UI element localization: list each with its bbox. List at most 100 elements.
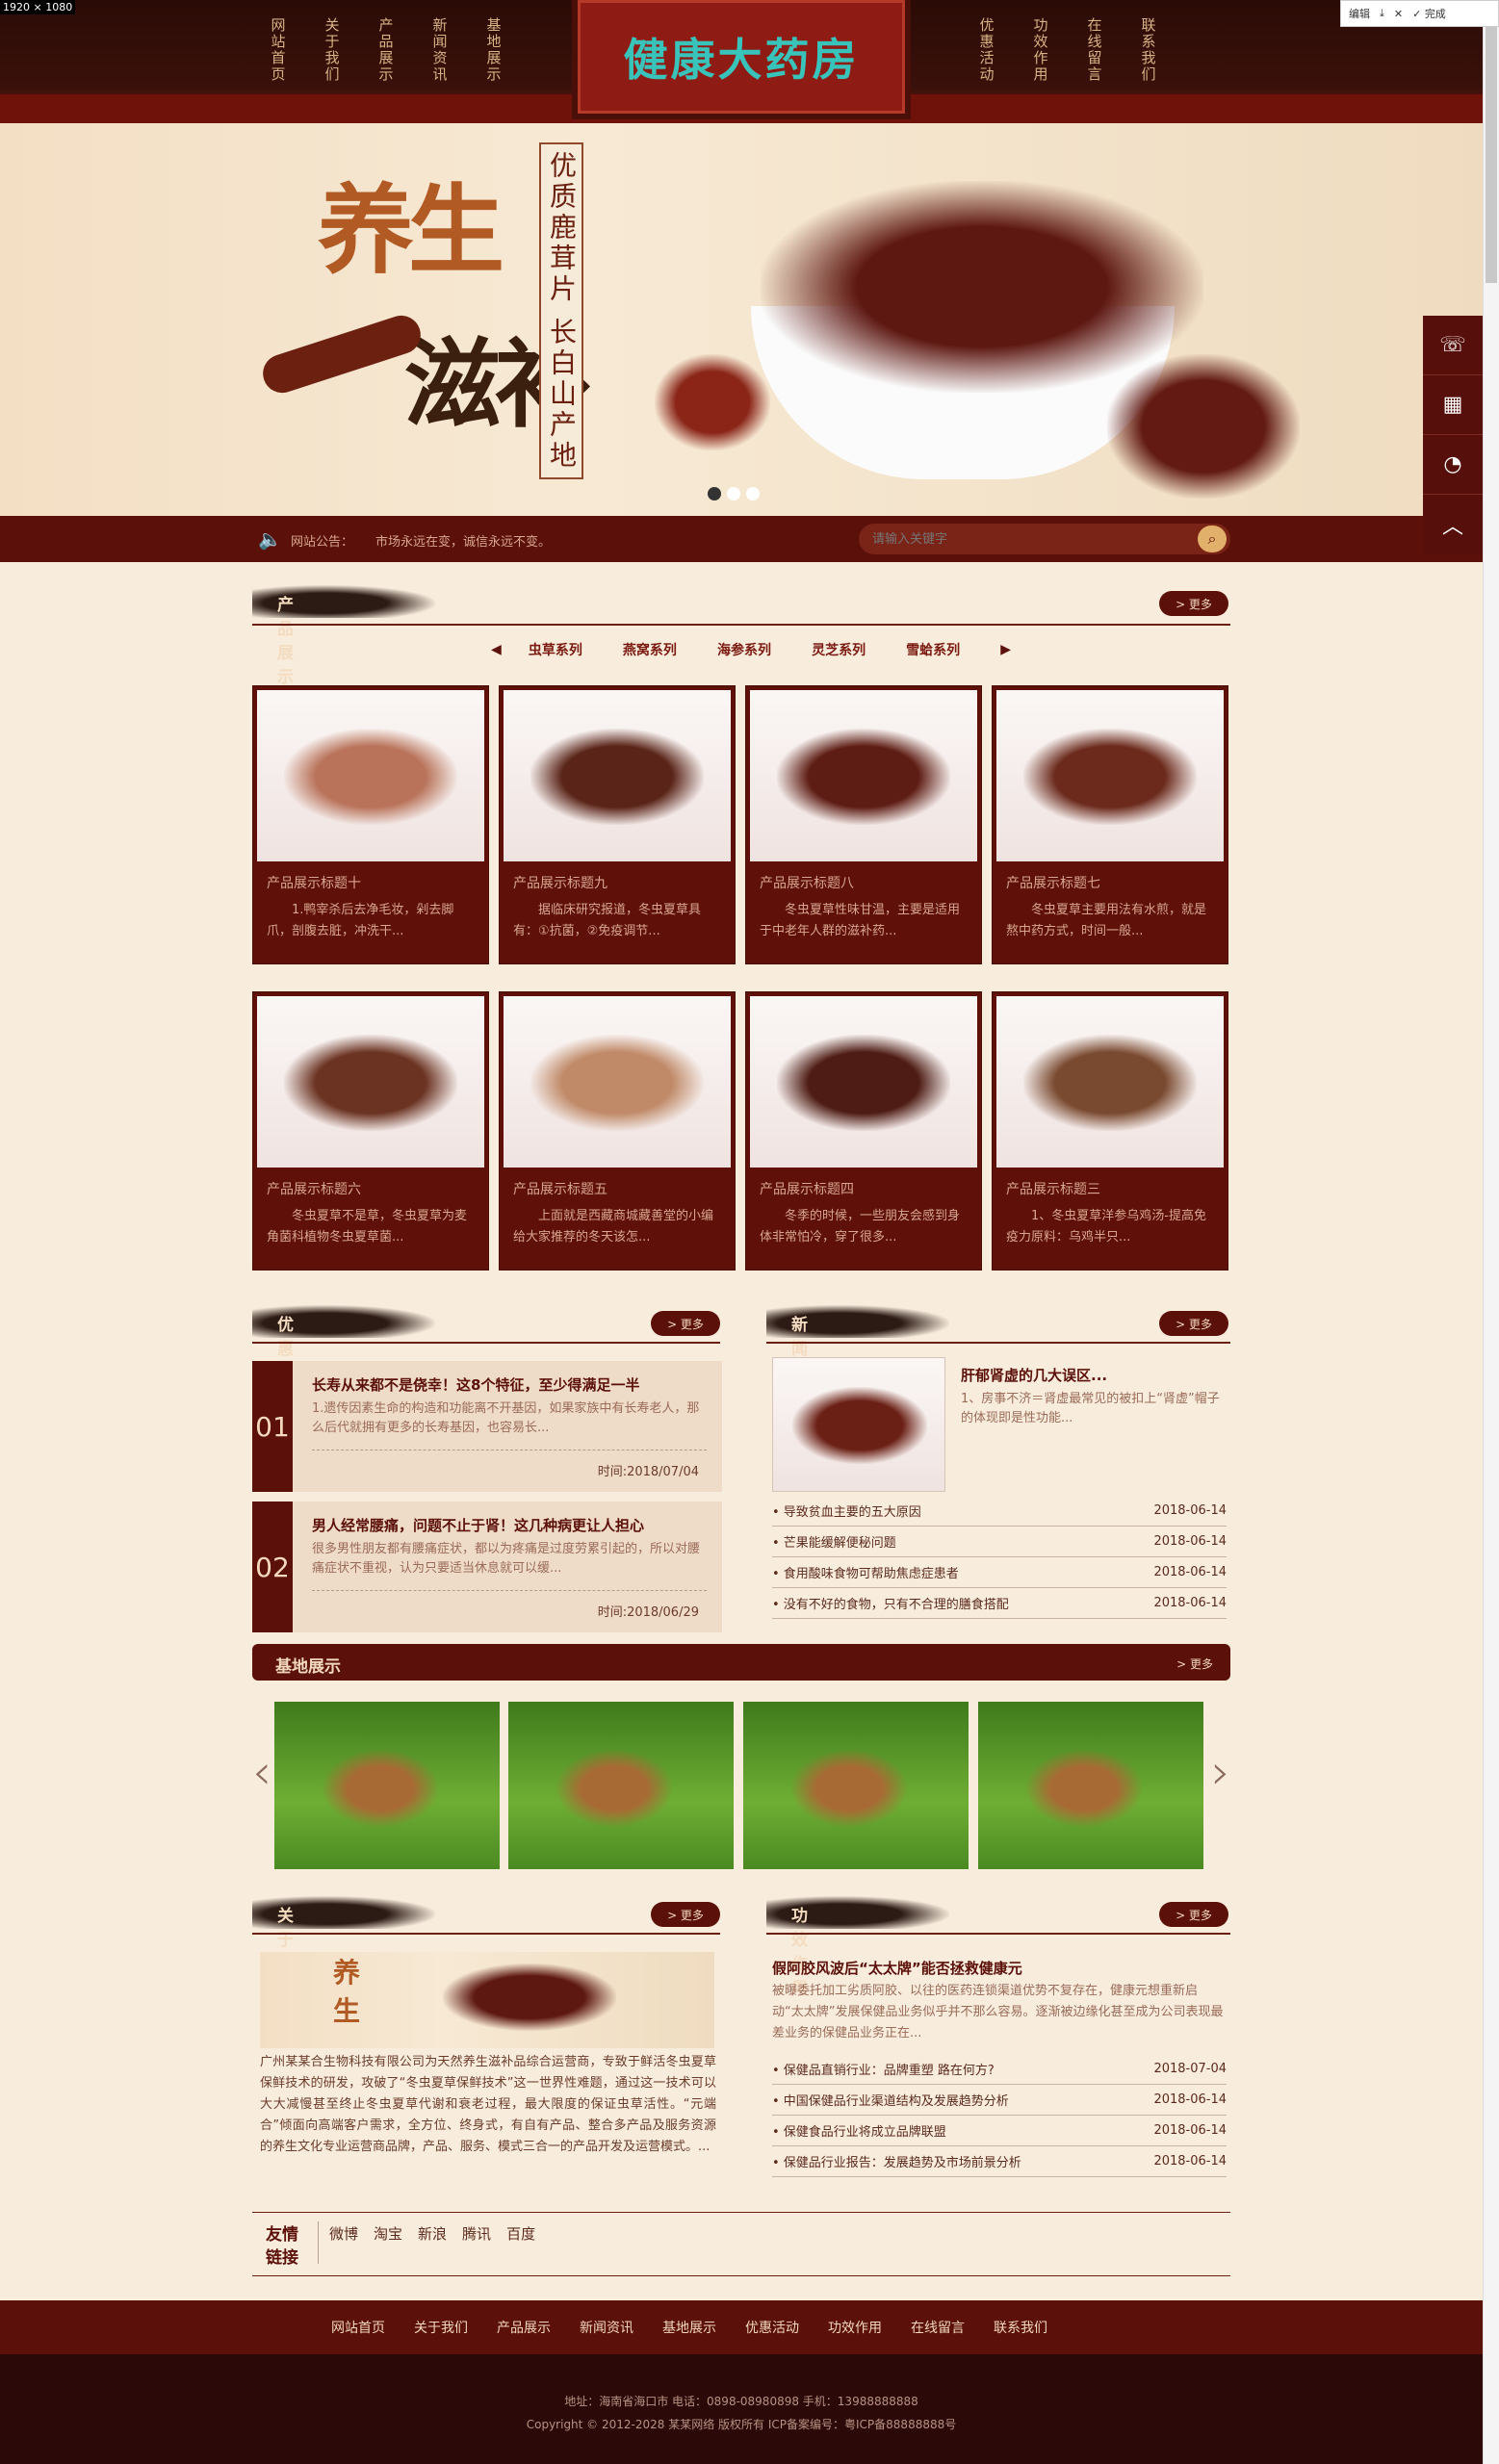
list-item[interactable]: • 保健食品行业将成立品牌联盟 2018-06-14 <box>772 2116 1227 2146</box>
list-item[interactable]: • 中国保健品行业渠道结构及发展趋势分析 2018-06-14 <box>772 2085 1227 2116</box>
nav-item[interactable]: 优惠活动 <box>978 17 995 83</box>
products-more-link[interactable]: > 更多 <box>1159 591 1228 616</box>
logo[interactable]: 健康大药房 <box>578 0 905 114</box>
carousel-prev-icon[interactable]: ‹ <box>252 1744 271 1800</box>
footer-nav-item[interactable]: 关于我们 <box>414 2318 468 2337</box>
list-item[interactable]: • 导致贫血主要的五大原因 2018-06-14 <box>772 1496 1227 1527</box>
news-top-title[interactable]: 肝郁肾虚的几大误区... <box>961 1365 1107 1385</box>
back-to-top-icon[interactable]: ︿ <box>1423 495 1483 554</box>
product-card[interactable]: 产品展示标题六 冬虫夏草不是草，冬虫夏草为麦角菌科植物冬虫夏草菌... <box>252 991 489 1270</box>
product-card[interactable]: 产品展示标题七 冬虫夏草主要用法有水煎，就是熬中药方式，时间一般... <box>992 685 1228 964</box>
base-more-link[interactable]: > 更多 <box>1176 1656 1213 1672</box>
banner-dot[interactable] <box>727 487 740 500</box>
product-image[interactable] <box>750 690 977 861</box>
tabs-next-icon[interactable]: ▶ <box>1000 642 1011 657</box>
list-item-title[interactable]: • 保健食品行业将成立品牌联盟 <box>772 2121 946 2140</box>
effect-more-link[interactable]: > 更多 <box>1159 1902 1228 1927</box>
product-tab[interactable]: 灵芝系列 <box>812 640 906 659</box>
promo-item[interactable]: 01 长寿从来都不是侥幸！这8个特征，至少得满足一半 1.遗传因素生命的构造和功能离… <box>252 1361 722 1492</box>
list-item[interactable]: • 没有不好的食物，只有不合理的膳食搭配 2018-06-14 <box>772 1588 1227 1619</box>
product-image[interactable] <box>504 690 731 861</box>
nav-item[interactable]: 关于我们 <box>323 17 341 83</box>
news-more-link[interactable]: > 更多 <box>1159 1311 1228 1336</box>
done-button[interactable]: ✓ 完成 <box>1412 6 1446 21</box>
nav-item[interactable]: 新闻资讯 <box>431 17 449 83</box>
product-card[interactable]: 产品展示标题十 1.鸭宰杀后去净毛妆，剁去脚爪，剖腹去脏，冲洗干... <box>252 685 489 964</box>
effect-top-title[interactable]: 假阿胶风波后“太太牌”能否拯救健康元 <box>772 1958 1022 1978</box>
base-photo[interactable] <box>743 1702 969 1869</box>
list-item-title[interactable]: • 没有不好的食物，只有不合理的膳食搭配 <box>772 1594 1009 1612</box>
close-icon[interactable]: ✕ <box>1394 8 1403 20</box>
product-image[interactable] <box>257 996 484 1168</box>
list-item[interactable]: • 芒果能缓解便秘问题 2018-06-14 <box>772 1527 1227 1557</box>
product-tab[interactable]: 燕窝系列 <box>623 640 717 659</box>
product-title[interactable]: 产品展示标题九 <box>513 873 607 892</box>
product-card[interactable]: 产品展示标题九 据临床研究报道，冬虫夏草具有：①抗菌，②免疫调节... <box>499 685 736 964</box>
scrollbar[interactable] <box>1483 0 1499 2464</box>
product-card[interactable]: 产品展示标题八 冬虫夏草性味甘温，主要是适用于中老年人群的滋补药... <box>745 685 982 964</box>
list-item-title[interactable]: • 保健品行业报告：发展趋势及市场前景分析 <box>772 2152 1021 2170</box>
footer-nav-item[interactable]: 网站首页 <box>331 2318 385 2337</box>
qrcode-icon[interactable]: ▦ <box>1423 375 1483 435</box>
nav-item[interactable]: 网站首页 <box>270 17 287 83</box>
list-item[interactable]: • 保健品行业报告：发展趋势及市场前景分析 2018-06-14 <box>772 2146 1227 2177</box>
footer-nav-item[interactable]: 优惠活动 <box>745 2318 799 2337</box>
promo-more-link[interactable]: > 更多 <box>651 1311 720 1336</box>
product-title[interactable]: 产品展示标题五 <box>513 1179 607 1198</box>
scrollbar-thumb[interactable] <box>1486 13 1497 283</box>
footer-nav-item[interactable]: 联系我们 <box>994 2318 1047 2337</box>
product-tab[interactable]: 雪蛤系列 <box>906 640 1000 659</box>
list-item-title[interactable]: • 导致贫血主要的五大原因 <box>772 1502 921 1520</box>
product-card[interactable]: 产品展示标题四 冬季的时候，一些朋友会感到身体非常怕冷，穿了很多... <box>745 991 982 1270</box>
list-item[interactable]: • 保健品直销行业：品牌重塑 路在何方? 2018-07-04 <box>772 2054 1227 2085</box>
product-title[interactable]: 产品展示标题六 <box>267 1179 361 1198</box>
product-card[interactable]: 产品展示标题三 1、冬虫夏草洋参乌鸡汤-提高免疫力原料：乌鸡半只... <box>992 991 1228 1270</box>
qq-icon[interactable]: ◔ <box>1423 435 1483 495</box>
friend-link[interactable]: 百度 <box>506 2223 535 2244</box>
search-icon[interactable]: ⌕ <box>1198 526 1227 552</box>
product-image[interactable] <box>750 996 977 1168</box>
product-tab[interactable]: 海参系列 <box>717 640 812 659</box>
nav-item[interactable]: 在线留言 <box>1086 17 1103 83</box>
edit-button[interactable]: 编辑 <box>1349 6 1370 21</box>
search-input[interactable] <box>872 529 1180 549</box>
about-more-link[interactable]: > 更多 <box>651 1902 720 1927</box>
list-item-title[interactable]: • 食用酸味食物可帮助焦虑症患者 <box>772 1563 959 1581</box>
carousel-next-icon[interactable]: › <box>1211 1744 1230 1800</box>
friend-link[interactable]: 微博 <box>329 2223 358 2244</box>
banner-dot-active[interactable] <box>708 487 721 500</box>
footer-nav-item[interactable]: 新闻资讯 <box>580 2318 633 2337</box>
product-image[interactable] <box>996 690 1224 861</box>
product-image[interactable] <box>996 996 1224 1168</box>
promo-title[interactable]: 长寿从来都不是侥幸！这8个特征，至少得满足一半 <box>312 1374 639 1395</box>
base-photo[interactable] <box>274 1702 500 1869</box>
product-card[interactable]: 产品展示标题五 上面就是西藏商城藏善堂的小编给大家推荐的冬天该怎... <box>499 991 736 1270</box>
list-item-title[interactable]: • 保健品直销行业：品牌重塑 路在何方? <box>772 2060 995 2078</box>
friend-link[interactable]: 腾讯 <box>462 2223 491 2244</box>
tabs-prev-icon[interactable]: ◀ <box>491 642 529 657</box>
promo-item[interactable]: 02 男人经常腰痛，问题不止于肾！这几种病更让人担心 很多男性朋友都有腰痛症状，都以… <box>252 1502 722 1632</box>
footer-nav-item[interactable]: 产品展示 <box>497 2318 551 2337</box>
footer-nav-item[interactable]: 在线留言 <box>911 2318 965 2337</box>
list-item-title[interactable]: • 芒果能缓解便秘问题 <box>772 1532 896 1551</box>
phone-icon[interactable]: ☏ <box>1423 316 1483 375</box>
product-tab[interactable]: 虫草系列 <box>529 640 623 659</box>
base-photo[interactable] <box>508 1702 734 1869</box>
product-title[interactable]: 产品展示标题四 <box>760 1179 854 1198</box>
base-photo[interactable] <box>978 1702 1203 1869</box>
footer-nav-item[interactable]: 基地展示 <box>662 2318 716 2337</box>
news-thumbnail[interactable] <box>772 1357 945 1492</box>
download-icon[interactable]: ⤓ <box>1380 7 1384 20</box>
product-image[interactable] <box>504 996 731 1168</box>
banner-dot[interactable] <box>746 487 760 500</box>
product-title[interactable]: 产品展示标题八 <box>760 873 854 892</box>
product-title[interactable]: 产品展示标题七 <box>1006 873 1100 892</box>
footer-nav-item[interactable]: 功效作用 <box>828 2318 882 2337</box>
product-image[interactable] <box>257 690 484 861</box>
nav-item[interactable]: 功效作用 <box>1032 17 1049 83</box>
nav-item[interactable]: 产品展示 <box>377 17 395 83</box>
nav-item[interactable]: 联系我们 <box>1140 17 1157 83</box>
list-item-title[interactable]: • 中国保健品行业渠道结构及发展趋势分析 <box>772 2091 1009 2109</box>
friend-link[interactable]: 新浪 <box>418 2223 447 2244</box>
product-title[interactable]: 产品展示标题十 <box>267 873 361 892</box>
